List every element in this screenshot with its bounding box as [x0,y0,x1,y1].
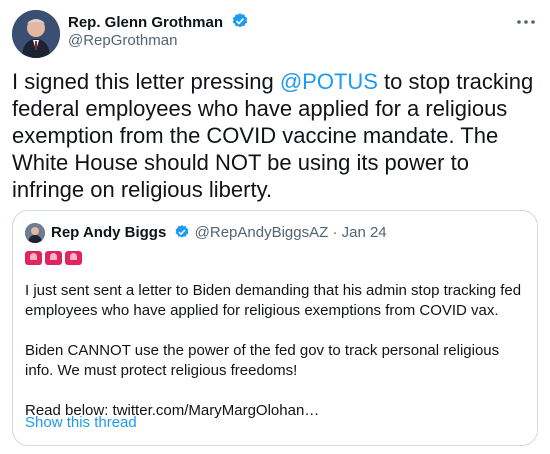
quoted-tweet[interactable]: Rep Andy Biggs @RepAndyBiggsAZ · Jan 24 … [12,210,538,446]
tweet-text: I signed this letter pressing @POTUS to … [12,68,538,203]
quote-header: Rep Andy Biggs @RepAndyBiggsAZ · Jan 24 [51,223,387,246]
quote-author-name[interactable]: Rep Andy Biggs [51,224,166,241]
quote-verified-badge-icon [174,224,190,246]
mention-link[interactable]: @POTUS [280,69,378,94]
quote-author-handle[interactable]: @RepAndyBiggsAZ [195,224,329,241]
author-name-text[interactable]: Rep. Glenn Grothman [68,14,223,31]
quote-date[interactable]: Jan 24 [342,224,387,241]
siren-icon [65,251,82,265]
more-options-icon[interactable] [516,10,536,28]
quote-paragraph-2: Biden CANNOT use the power of the fed go… [25,342,500,379]
siren-icon [25,251,42,265]
quote-author-avatar[interactable] [25,223,45,243]
tweet: Rep. Glenn Grothman @RepGrothman I signe… [0,0,550,454]
show-thread-link[interactable]: Show this thread [25,414,137,431]
author-avatar[interactable] [12,10,60,58]
verified-badge-icon [231,12,249,35]
tweet-text-before: I signed this letter pressing [12,69,280,94]
siren-icon [45,251,62,265]
quote-separator: · [332,224,338,241]
author-handle[interactable]: @RepGrothman [68,32,177,50]
quote-paragraph-1: I just sent sent a letter to Biden deman… [25,282,522,319]
siren-emojis [25,251,82,265]
